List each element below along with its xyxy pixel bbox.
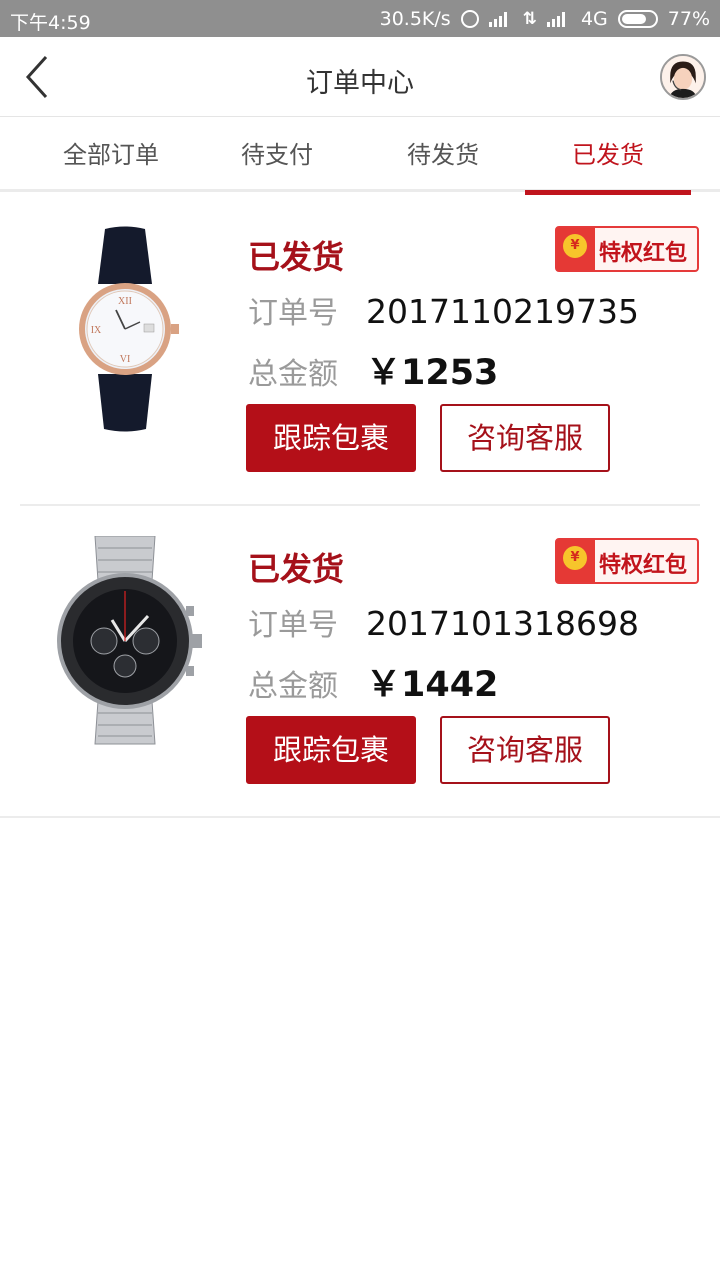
svg-text:IX: IX [91, 325, 102, 336]
alarm-icon [460, 10, 479, 28]
order-tabs: 全部订单 待支付 待发货 已发货 [0, 118, 720, 195]
customer-service-avatar-icon[interactable] [660, 54, 706, 100]
net-speed: 30.5K/s [379, 8, 451, 30]
page-title: 订单中心 [306, 68, 414, 99]
data-transfer-icon: ⇅ [522, 9, 537, 29]
track-package-button[interactable]: 跟踪包裹 [246, 716, 416, 784]
order-number-label: 订单号 [248, 608, 338, 643]
status-bar: 下午4:59 30.5K/s ⇅ 4G 77% [0, 0, 720, 37]
order-number-row: 订单号 2017110219735 [248, 288, 639, 332]
signal-icon [488, 11, 513, 27]
signal-icon-2 [546, 11, 571, 27]
track-package-button[interactable]: 跟踪包裹 [246, 404, 416, 472]
tab-shipped[interactable]: 已发货 [525, 118, 691, 195]
network-type: 4G [580, 8, 608, 30]
order-amount-row: 总金额 ￥1253 [248, 344, 498, 395]
order-number-label: 订单号 [248, 296, 338, 331]
order-number-value: 2017101318698 [366, 604, 639, 643]
order-card: XII VI IX 已发货 ¥ 特权红包 订单号 2017110219735 总金… [0, 194, 720, 506]
watch-product-image[interactable] [40, 536, 210, 746]
nav-bar: 订单中心 [0, 37, 720, 117]
divider [0, 816, 720, 818]
order-amount-value: ￥1442 [366, 665, 499, 705]
order-amount-value: ￥1253 [366, 353, 499, 393]
badge-label: 特权红包 [599, 553, 688, 578]
order-amount-row: 总金额 ￥1442 [248, 656, 498, 707]
order-card: 已发货 ¥ 特权红包 订单号 2017101318698 总金额 ￥1442 跟踪包… [0, 506, 720, 818]
status-time: 下午4:59 [10, 12, 91, 34]
battery-percent: 77% [667, 8, 710, 30]
red-envelope-icon: ¥ [557, 540, 595, 582]
badge-label: 特权红包 [599, 241, 688, 266]
tab-pending-shipment[interactable]: 待发货 [360, 118, 526, 192]
order-amount-label: 总金额 [248, 669, 338, 704]
privilege-red-packet-badge[interactable]: ¥ 特权红包 [555, 226, 699, 272]
watch-product-image[interactable]: XII VI IX [40, 224, 210, 434]
order-status: 已发货 [248, 238, 345, 276]
red-envelope-icon: ¥ [557, 228, 595, 270]
order-number-value: 2017110219735 [366, 292, 639, 331]
svg-text:VI: VI [120, 354, 131, 365]
status-indicators: 30.5K/s ⇅ 4G 77% [380, 8, 710, 30]
contact-service-button[interactable]: 咨询客服 [440, 716, 610, 784]
order-status: 已发货 [248, 550, 345, 588]
order-amount-label: 总金额 [248, 357, 338, 392]
contact-service-button[interactable]: 咨询客服 [440, 404, 610, 472]
tab-all-orders[interactable]: 全部订单 [28, 118, 194, 192]
battery-icon [617, 10, 658, 28]
privilege-red-packet-badge[interactable]: ¥ 特权红包 [555, 538, 699, 584]
svg-text:XII: XII [118, 296, 132, 307]
order-number-row: 订单号 2017101318698 [248, 600, 639, 644]
tab-pending-payment[interactable]: 待支付 [194, 118, 360, 192]
